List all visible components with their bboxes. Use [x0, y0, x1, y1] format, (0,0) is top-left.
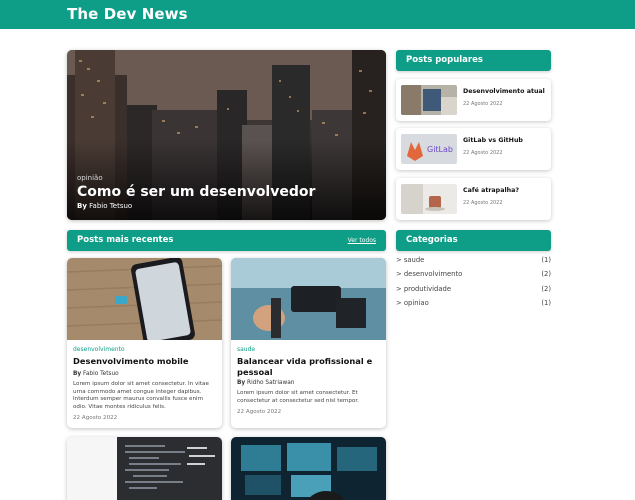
category-name[interactable]: > opiniao — [396, 299, 429, 307]
category-name[interactable]: > desenvolvimento — [396, 270, 462, 278]
popular-post-date: 22 Agosto 2022 — [463, 150, 503, 156]
post-title[interactable]: Balancear vida profissional e pessoal — [237, 356, 380, 378]
post-excerpt: Lorem ipsum dolor sit amet consectetur. … — [73, 381, 209, 410]
recent-post-card[interactable] — [231, 437, 386, 500]
post-date: 22 Agosto 2022 — [237, 409, 282, 415]
recent-posts-header: Posts mais recentes Ver todos — [67, 230, 386, 251]
post-date: 22 Agosto 2022 — [73, 415, 118, 421]
categories-title: Categorias — [406, 235, 458, 245]
recent-post-card[interactable]: desenvolvimento Desenvolvimento mobile B… — [67, 258, 222, 428]
post-excerpt: Lorem ipsum dolor sit amet consectetur. … — [237, 390, 359, 404]
popular-posts-title: Posts populares — [406, 55, 483, 65]
post-image — [67, 258, 222, 340]
category-item-produtividade[interactable]: > produtividade (2) — [396, 285, 551, 297]
svg-text:GitLab: GitLab — [427, 145, 453, 154]
category-count: (2) — [541, 285, 551, 293]
popular-post-item[interactable]: Desenvolvimento atual 22 Agosto 2022 — [396, 79, 551, 121]
hero-title[interactable]: Como é ser um desenvolvedor — [77, 184, 315, 200]
post-image — [67, 437, 222, 500]
category-name[interactable]: > produtividade — [396, 285, 451, 293]
site-logo-title[interactable]: The Dev News — [67, 5, 188, 23]
hero-author: By Fabio Tetsuo — [77, 202, 133, 210]
recent-post-card[interactable]: saude Balancear vida profissional e pess… — [231, 258, 386, 428]
popular-post-thumbnail: GitLab — [401, 134, 457, 164]
post-category[interactable]: saude — [237, 346, 255, 353]
see-all-link[interactable]: Ver todos — [348, 237, 376, 244]
category-count: (1) — [541, 299, 551, 307]
category-item-saude[interactable]: > saude (1) — [396, 256, 551, 268]
featured-post-card[interactable]: opinião Como é ser um desenvolvedor By F… — [67, 50, 386, 220]
category-count: (2) — [541, 270, 551, 278]
popular-posts-header: Posts populares — [396, 50, 551, 71]
post-author: By Ridho Satriawan — [237, 380, 295, 386]
category-item-desenvolvimento[interactable]: > desenvolvimento (2) — [396, 270, 551, 282]
hero-category[interactable]: opinião — [77, 174, 103, 182]
categories-header: Categorias — [396, 230, 551, 251]
popular-post-date: 22 Agosto 2022 — [463, 200, 503, 206]
category-count: (1) — [541, 256, 551, 264]
popular-post-title[interactable]: GitLab vs GitHub — [463, 137, 523, 144]
category-item-opiniao[interactable]: > opiniao (1) — [396, 299, 551, 311]
popular-post-title[interactable]: Café atrapalha? — [463, 187, 519, 194]
category-name[interactable]: > saude — [396, 256, 424, 264]
top-navbar: The Dev News — [0, 0, 635, 29]
post-author: By Fabio Tetsuo — [73, 371, 119, 377]
post-image — [231, 258, 386, 340]
popular-post-thumbnail — [401, 85, 457, 115]
popular-post-thumbnail — [401, 184, 457, 214]
recent-posts-title: Posts mais recentes — [77, 235, 174, 245]
popular-post-item[interactable]: Café atrapalha? 22 Agosto 2022 — [396, 178, 551, 220]
popular-post-item[interactable]: GitLab GitLab vs GitHub 22 Agosto 2022 — [396, 128, 551, 170]
post-category[interactable]: desenvolvimento — [73, 346, 125, 353]
popular-post-date: 22 Agosto 2022 — [463, 101, 503, 107]
post-image — [231, 437, 386, 500]
post-title[interactable]: Desenvolvimento mobile — [73, 356, 216, 367]
popular-post-title[interactable]: Desenvolvimento atual — [463, 88, 545, 95]
recent-post-card[interactable] — [67, 437, 222, 500]
